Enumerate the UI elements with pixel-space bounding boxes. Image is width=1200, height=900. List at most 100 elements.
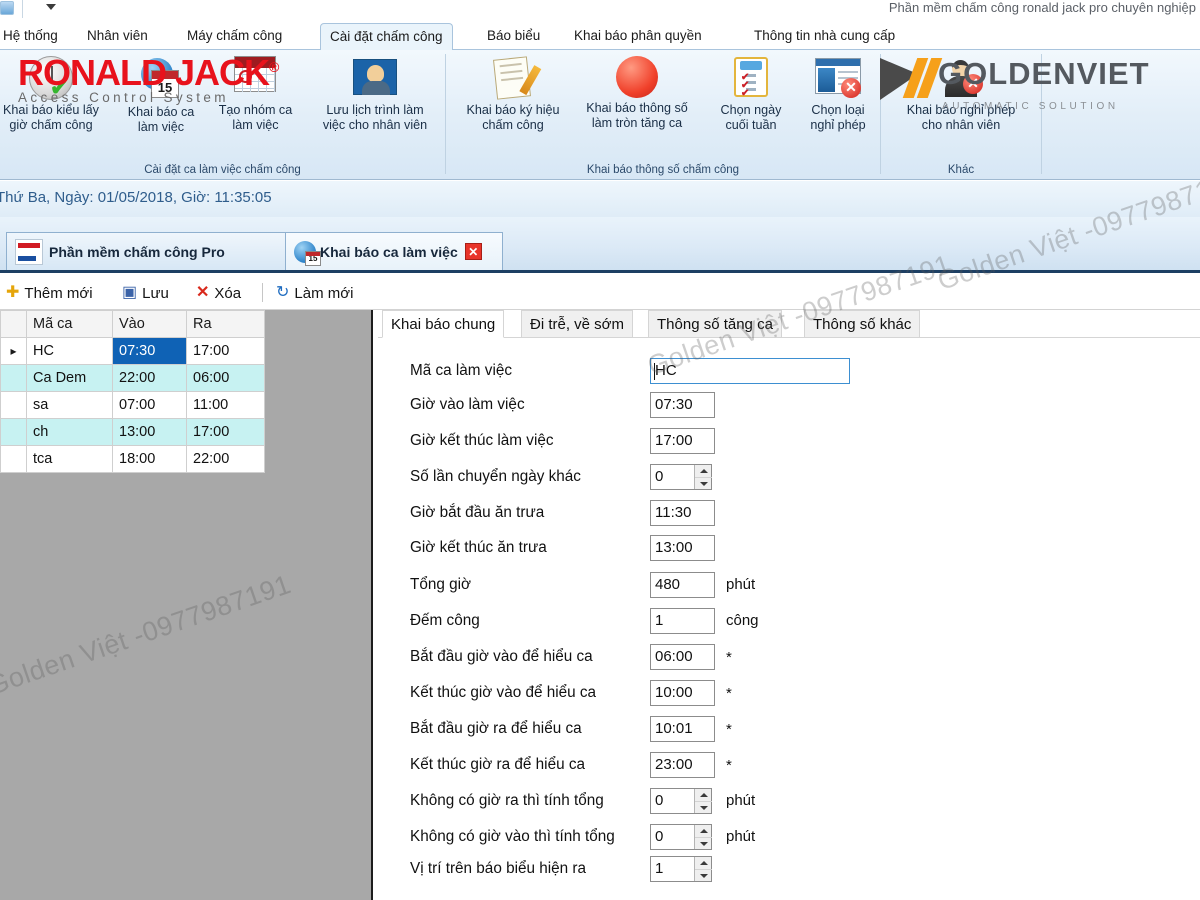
tab-thong-so-tang-ca[interactable]: Thông số tăng ca: [648, 310, 782, 338]
cell-ma-ca[interactable]: HC: [27, 338, 113, 365]
gio-vao-lam-viec-input[interactable]: 07:30: [650, 392, 715, 418]
bat-dau-gio-ra-de-hieu-ca-input[interactable]: 10:01: [650, 716, 715, 742]
khong-co-gio-ra-thi-tinh-tong-stepper[interactable]: 0: [650, 788, 712, 814]
close-icon[interactable]: ✕: [465, 243, 482, 260]
ribbon-button-tao-nhom-ca[interactable]: Tạo nhóm calàm việc: [208, 56, 303, 133]
table-row[interactable]: ch 13:00 17:00: [1, 419, 265, 446]
field-label: Giờ kết thúc làm việc: [410, 432, 554, 450]
delete-icon: ✕: [196, 285, 209, 301]
column-header-vao[interactable]: Vào: [113, 311, 187, 338]
chevron-down-icon[interactable]: [46, 4, 56, 10]
ribbon-button-chon-ngay-cuoi-tuan[interactable]: ✔✔✔ Chọn ngàycuối tuần: [708, 56, 794, 133]
field-label: Giờ vào làm việc: [410, 396, 525, 414]
field-label: Kết thúc giờ vào để hiểu ca: [410, 684, 596, 702]
person-delete-icon: ✕: [939, 56, 983, 100]
ribbon-group-label: Khác: [881, 164, 1041, 176]
stepper-down-icon[interactable]: [695, 869, 712, 881]
cell-vao[interactable]: 07:30: [113, 338, 187, 365]
menu-item-khai-bao-phan-quyen[interactable]: Khai báo phân quyền: [565, 22, 711, 50]
row-selector-header: [1, 311, 27, 338]
cell-vao[interactable]: 18:00: [113, 446, 187, 473]
cell-ma-ca[interactable]: sa: [27, 392, 113, 419]
add-new-button[interactable]: ✚ Thêm mới: [6, 280, 93, 306]
table-row[interactable]: Ca Dem 22:00 06:00: [1, 365, 265, 392]
doc-tab-khai-bao-ca-lam-viec[interactable]: 15 Khai báo ca làm việc ✕: [285, 232, 503, 270]
stepper-up-icon[interactable]: [695, 857, 712, 869]
table-row[interactable]: tca 18:00 22:00: [1, 446, 265, 473]
cell-ma-ca[interactable]: tca: [27, 446, 113, 473]
cell-ra[interactable]: 22:00: [187, 446, 265, 473]
field-label: Mã ca làm việc: [410, 362, 512, 380]
tab-thong-so-khac[interactable]: Thông số khác: [804, 310, 920, 338]
ribbon-button-luu-lich-trinh[interactable]: Lưu lịch trình làmviệc cho nhân viên: [305, 56, 445, 133]
ribbon-group-label: Cài đặt ca làm việc chấm công: [0, 164, 445, 176]
tong-gio-input[interactable]: 480: [650, 572, 715, 598]
cell-ra[interactable]: 17:00: [187, 338, 265, 365]
clock-check-icon: ✔: [29, 56, 73, 100]
stepper-value: 0: [655, 789, 663, 813]
stepper-down-icon[interactable]: [695, 801, 712, 813]
cell-vao[interactable]: 13:00: [113, 419, 187, 446]
menu-item-cai-dat-cham-cong[interactable]: Cài đặt chấm công: [320, 23, 453, 51]
ket-thuc-gio-ra-de-hieu-ca-input[interactable]: 23:00: [650, 752, 715, 778]
table-row[interactable]: sa 07:00 11:00: [1, 392, 265, 419]
gio-ket-thuc-an-trua-input[interactable]: 13:00: [650, 535, 715, 561]
delete-button[interactable]: ✕ Xóa: [196, 280, 241, 306]
ribbon-group-label: Khai báo thông số chấm công: [446, 164, 880, 176]
cell-ra[interactable]: 11:00: [187, 392, 265, 419]
cell-vao[interactable]: 07:00: [113, 392, 187, 419]
gio-bat-dau-an-trua-input[interactable]: 11:30: [650, 500, 715, 526]
table-row[interactable]: ▸ HC 07:30 17:00: [1, 338, 265, 365]
field-unit: công: [726, 612, 759, 629]
stepper-up-icon[interactable]: [695, 825, 712, 837]
delete-overlay-icon: ✕: [841, 78, 861, 98]
row-marker: [1, 365, 27, 392]
ma-ca-lam-viec-input[interactable]: HC: [650, 358, 850, 384]
khong-co-gio-vao-thi-tinh-tong-stepper[interactable]: 0: [650, 824, 712, 850]
toolbar-divider: [22, 0, 23, 18]
button-label: Thêm mới: [24, 285, 92, 302]
stepper-down-icon[interactable]: [695, 837, 712, 849]
menu-item-may-cham-cong[interactable]: Máy chấm công: [178, 22, 291, 50]
cell-ma-ca[interactable]: ch: [27, 419, 113, 446]
menu-item-thong-tin-nha-cung-cap[interactable]: Thông tin nhà cung cấp: [745, 22, 904, 50]
save-icon: ▣: [122, 285, 137, 301]
ribbon-button-khai-bao-ca-lam-viec[interactable]: 15 Khai báo calàm việc: [112, 56, 210, 135]
ribbon-group-separator: [1041, 54, 1042, 174]
ribbon-group-khac: ✕ Khai báo nghỉ phépcho nhân viên Khác: [881, 50, 1041, 180]
stepper-up-icon[interactable]: [695, 465, 712, 477]
stepper-up-icon[interactable]: [695, 789, 712, 801]
gio-ket-thuc-lam-viec-input[interactable]: 17:00: [650, 428, 715, 454]
ribbon-button-khai-bao-thong-so-lam-tron[interactable]: Khai báo thông sốlàm tròn tăng ca: [572, 56, 702, 131]
vi-tri-tren-bao-bieu-stepper[interactable]: 1: [650, 856, 712, 882]
ribbon-button-khai-bao-kieu-lay-gio[interactable]: ✔ Khai báo kiểu lấygiờ chấm công: [0, 56, 116, 133]
dem-cong-input[interactable]: 1: [650, 608, 715, 634]
app-icon[interactable]: [0, 1, 14, 15]
ribbon-button-khai-bao-ky-hieu[interactable]: Khai báo ký hiệuchấm công: [458, 56, 568, 133]
column-header-ma-ca[interactable]: Mã ca: [27, 311, 113, 338]
cell-ra[interactable]: 06:00: [187, 365, 265, 392]
ribbon-button-chon-loai-nghi-phep[interactable]: ✕ Chọn loạinghỉ phép: [796, 56, 880, 133]
cell-vao[interactable]: 22:00: [113, 365, 187, 392]
field-label: Tổng giờ: [410, 576, 471, 594]
bat-dau-gio-vao-de-hieu-ca-input[interactable]: 06:00: [650, 644, 715, 670]
window-delete-icon: ✕: [813, 56, 863, 100]
globe-calendar-icon: 15: [294, 241, 316, 263]
stepper-down-icon[interactable]: [695, 477, 712, 489]
field-label: Giờ kết thúc ăn trưa: [410, 539, 547, 557]
tab-khai-bao-chung[interactable]: Khai báo chung: [382, 310, 504, 338]
menu-item-bao-bieu[interactable]: Báo biểu: [478, 22, 549, 50]
refresh-button[interactable]: ↻ Làm mới: [276, 280, 353, 306]
ket-thuc-gio-vao-de-hieu-ca-input[interactable]: 10:00: [650, 680, 715, 706]
cell-ra[interactable]: 17:00: [187, 419, 265, 446]
menu-item-he-thong[interactable]: Hệ thống: [0, 22, 67, 50]
menu-item-nhan-vien[interactable]: Nhân viên: [78, 22, 157, 50]
so-lan-chuyen-ngay-khac-stepper[interactable]: 0: [650, 464, 712, 490]
cell-ma-ca[interactable]: Ca Dem: [27, 365, 113, 392]
save-button[interactable]: ▣ Lưu: [122, 280, 169, 306]
doc-tab-phan-mem-cham-cong[interactable]: Phần mềm chấm công Pro: [6, 232, 306, 270]
ribbon-button-label: Khai báo kiểu lấygiờ chấm công: [0, 103, 116, 133]
tab-di-tre-ve-som[interactable]: Đi trễ, về sớm: [521, 310, 633, 338]
column-header-ra[interactable]: Ra: [187, 311, 265, 338]
ribbon-button-khai-bao-nghi-phep[interactable]: ✕ Khai báo nghỉ phépcho nhân viên: [891, 56, 1031, 133]
